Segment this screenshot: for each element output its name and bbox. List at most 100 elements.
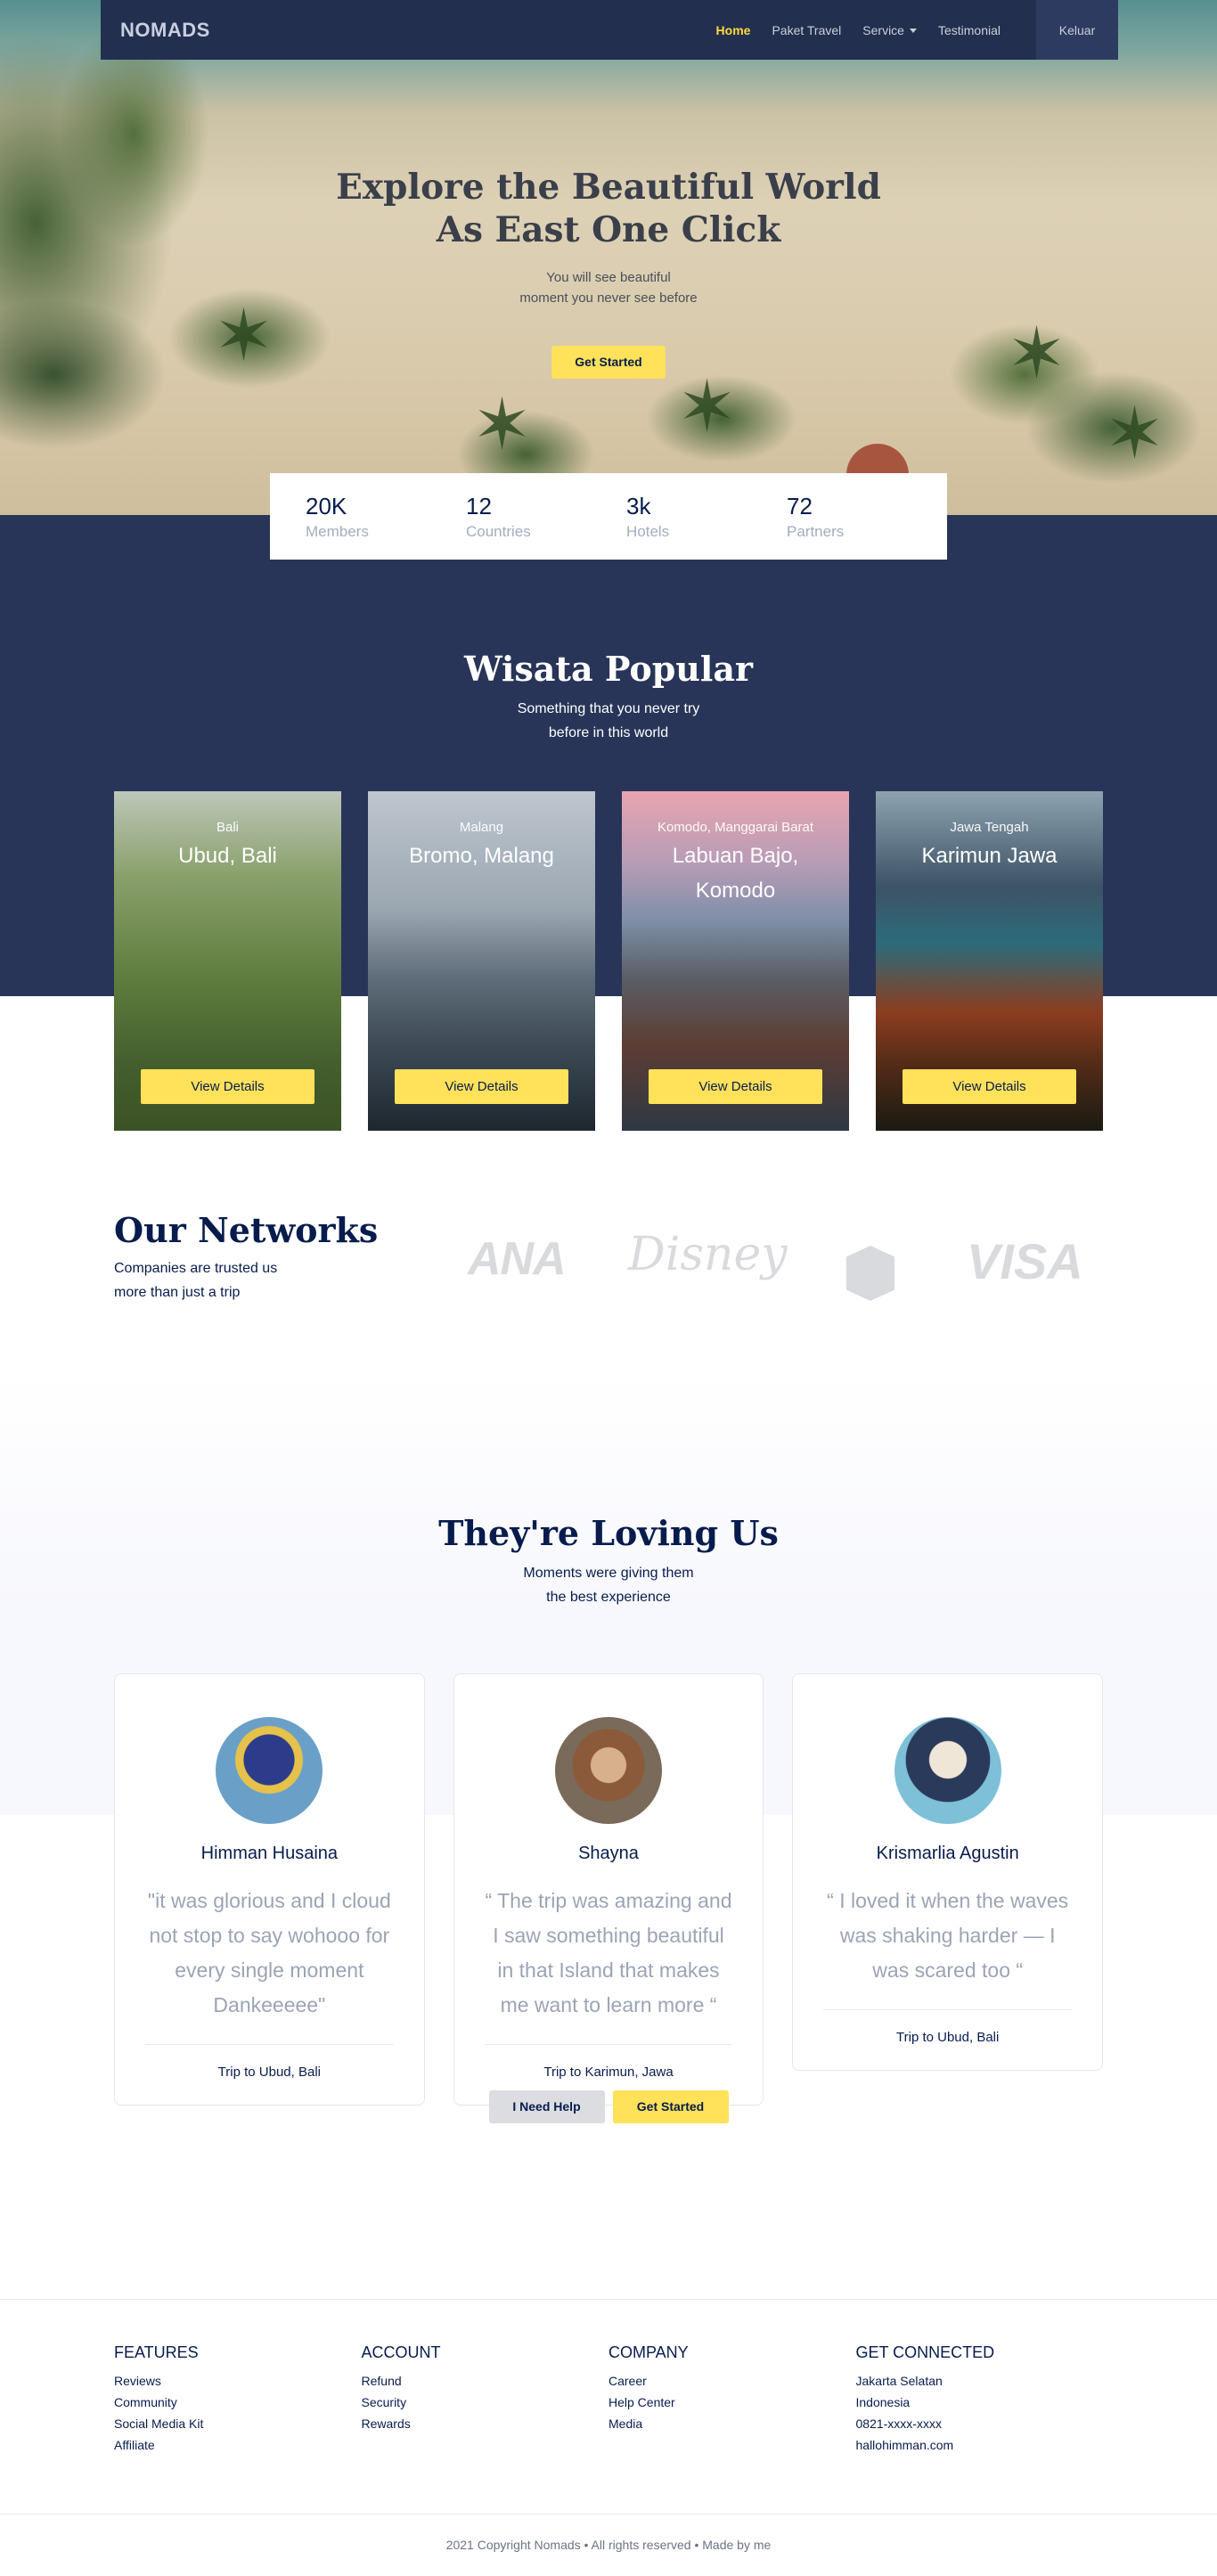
testimonials-header: They're Loving Us Moments were giving th… — [0, 1369, 1217, 1609]
footer-website-link[interactable]: hallohimman.com — [856, 2434, 1104, 2456]
get-started-button[interactable]: Get Started — [612, 2090, 729, 2123]
testimonials-subtitle-line2: the best experience — [546, 1590, 671, 1605]
testimonial-quote: "it was glorious and I cloud not stop to… — [147, 1889, 391, 2016]
footer-link-media[interactable]: Media — [608, 2413, 856, 2434]
popular-title: Wisata Popular — [463, 649, 754, 689]
popular-subtitle: Something that you never try before in t… — [0, 697, 1217, 745]
destination-card-ubud[interactable]: Bali Ubud, Bali View Details — [114, 791, 341, 1131]
card-location: Komodo, Manggarai Barat — [657, 820, 814, 835]
testimonial-trip: Trip to Ubud, Bali — [217, 2065, 321, 2080]
networks-title: Our Networks — [114, 1210, 379, 1250]
networks-header: Our Networks Companies are trusted us mo… — [114, 1210, 378, 1304]
card-title: Ubud, Bali — [178, 844, 277, 868]
destination-card-labuan-bajo[interactable]: Komodo, Manggarai Barat Labuan Bajo, Kom… — [622, 791, 849, 1131]
popular-subtitle-line1: Something that you never try — [517, 701, 700, 716]
footer-link-career[interactable]: Career — [608, 2370, 856, 2392]
stats-bar: 20K Members 12 Countries 3k Hotels 72 Pa… — [270, 473, 947, 560]
divider — [145, 2044, 394, 2045]
stat-value: 72 — [787, 492, 813, 519]
view-details-button[interactable]: View Details — [141, 1069, 314, 1104]
card-title: Bromo, Malang — [409, 844, 554, 868]
footer-heading: FEATURES — [114, 2343, 199, 2361]
card-location: Malang — [459, 820, 504, 835]
footer-link-refund[interactable]: Refund — [362, 2370, 609, 2392]
card-location: Bali — [216, 820, 239, 835]
footer-address-country: Indonesia — [855, 2395, 911, 2409]
footer-heading: ACCOUNT — [361, 2343, 441, 2361]
networks-subtitle-line1: Companies are trusted us — [114, 1261, 278, 1276]
testimonials-subtitle-line1: Moments were giving them — [523, 1566, 694, 1581]
hero-subtitle-line1: You will see beautiful — [546, 270, 671, 285]
stat-label: Partners — [787, 522, 845, 540]
footer-link-rewards[interactable]: Rewards — [362, 2413, 609, 2434]
destination-card-bromo[interactable]: Malang Bromo, Malang View Details — [368, 791, 595, 1131]
testimonial-name: Shayna — [578, 1844, 639, 1863]
nav-item-testimonial[interactable]: Testimonial — [927, 23, 1011, 37]
nav-item-service[interactable]: Service — [852, 23, 927, 37]
stat-label: Hotels — [626, 522, 670, 540]
testimonial-trip: Trip to Ubud, Bali — [896, 2030, 1000, 2045]
hero-section: ✶ ✶ ✶ ✶ ✶ NOMADS Home Paket Travel Servi… — [0, 0, 1217, 515]
nav-item-service-label: Service — [862, 22, 904, 37]
palm-tree-icon: ✶ — [1105, 394, 1165, 473]
hero-get-started-button[interactable]: Get Started — [551, 346, 666, 379]
testimonial-trip: Trip to Karimun, Jawa — [543, 2065, 674, 2080]
ana-logo: ANA — [468, 1233, 567, 1285]
footer: FEATURES Reviews Community Social Media … — [0, 2299, 1217, 2576]
footer-heading: GET CONNECTED — [855, 2343, 995, 2361]
footer-link-affiliate[interactable]: Affiliate — [114, 2434, 362, 2456]
logout-button[interactable]: Keluar — [1036, 0, 1118, 60]
footer-col-get-connected: GET CONNECTED Jakarta Selatan Indonesia … — [856, 2342, 1104, 2456]
need-help-button[interactable]: I Need Help — [488, 2090, 605, 2123]
view-details-button[interactable]: View Details — [395, 1069, 568, 1104]
footer-link-security[interactable]: Security — [362, 2392, 609, 2413]
stat-members: 20K Members — [306, 492, 466, 542]
stat-partners: 72 Partners — [787, 492, 947, 542]
avatar — [216, 1717, 323, 1824]
view-details-button[interactable]: View Details — [649, 1069, 822, 1104]
footer-col-account: ACCOUNT Refund Security Rewards — [362, 2342, 609, 2456]
view-details-button[interactable]: View Details — [903, 1069, 1076, 1104]
stat-label: Countries — [466, 522, 531, 540]
footer-link-reviews[interactable]: Reviews — [114, 2370, 362, 2392]
testimonial-card: Shayna “ The trip was amazing and I saw … — [453, 1673, 764, 2106]
avatar — [555, 1717, 662, 1824]
testimonial-cards: Himman Husaina "it was glorious and I cl… — [114, 1673, 1104, 2106]
palm-tree-icon: ✶ — [472, 385, 533, 464]
divider — [484, 2044, 733, 2045]
footer-col-company: COMPANY Career Help Center Media — [608, 2342, 856, 2456]
divider — [823, 2009, 1073, 2010]
footer-link-help-center[interactable]: Help Center — [608, 2392, 856, 2413]
disney-logo: Disney — [628, 1228, 788, 1281]
testimonial-quote: “ The trip was amazing and I saw somethi… — [485, 1889, 732, 2016]
nav-item-home[interactable]: Home — [706, 23, 762, 37]
networks-subtitle-line2: more than just a trip — [114, 1285, 241, 1300]
stat-value: 20K — [306, 492, 347, 519]
testimonials-subtitle: Moments were giving them the best experi… — [0, 1561, 1217, 1609]
footer-link-community[interactable]: Community — [114, 2392, 362, 2413]
destination-cards: Bali Ubud, Bali View Details Malang Brom… — [114, 791, 1103, 1131]
stat-value: 3k — [626, 492, 651, 519]
stat-countries: 12 Countries — [466, 492, 626, 542]
nav-item-paket-travel[interactable]: Paket Travel — [761, 23, 852, 37]
hero-subtitle-line2: moment you never see before — [519, 290, 698, 306]
popular-subtitle-line2: before in this world — [548, 725, 669, 740]
shield-logo — [846, 1246, 894, 1301]
caret-down-icon — [909, 29, 917, 34]
footer-columns: FEATURES Reviews Community Social Media … — [114, 2342, 1103, 2456]
nav-links: Home Paket Travel Service Testimonial Ke… — [706, 0, 1118, 60]
footer-link-social-media-kit[interactable]: Social Media Kit — [114, 2413, 362, 2434]
hero-title-line2: As East One Click — [436, 209, 781, 250]
testimonial-name: Krismarlia Agustin — [876, 1844, 1019, 1863]
stat-label: Members — [306, 522, 369, 540]
cta-buttons: I Need Help Get Started — [0, 2090, 1217, 2123]
destination-card-karimun-jawa[interactable]: Jawa Tengah Karimun Jawa View Details — [876, 791, 1103, 1131]
hero-title: Explore the Beautiful World As East One … — [0, 166, 1217, 251]
navbar: NOMADS Home Paket Travel Service Testimo… — [101, 0, 1118, 60]
avatar — [894, 1717, 1001, 1824]
testimonials-section: They're Loving Us Moments were giving th… — [0, 1369, 1217, 2299]
stat-hotels: 3k Hotels — [626, 492, 787, 542]
networks-subtitle: Companies are trusted us more than just … — [114, 1256, 378, 1304]
testimonial-name: Himman Husaina — [200, 1844, 339, 1863]
nomads-logo[interactable]: NOMADS — [120, 19, 210, 42]
